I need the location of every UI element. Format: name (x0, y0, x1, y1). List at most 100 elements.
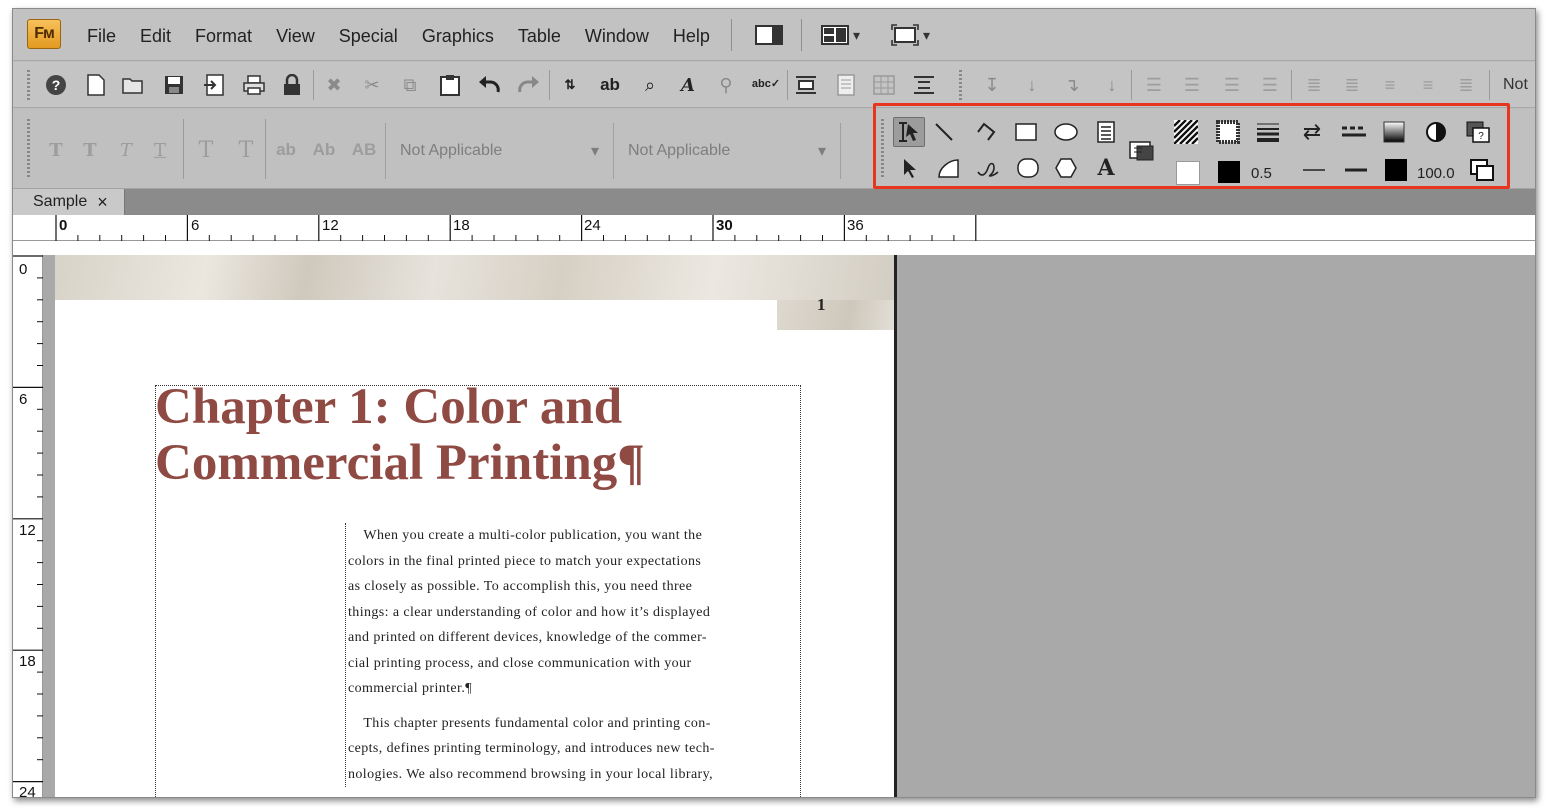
align-top-icon[interactable]: ↧ (979, 72, 1005, 98)
screen-mode-button[interactable]: ▾ (891, 23, 930, 47)
vertical-ruler: 0 6 12 18 24 (13, 255, 43, 797)
insert-table-icon[interactable] (871, 72, 897, 98)
toolbar-grip[interactable] (27, 119, 30, 179)
align-left-icon[interactable]: ☰ (1141, 72, 1167, 98)
menu-file[interactable]: File (75, 23, 128, 49)
ruler-label: 6 (19, 391, 28, 408)
menu-view[interactable]: View (264, 23, 327, 49)
body-line: colors in the final printed piece to mat… (348, 553, 702, 569)
menu-help[interactable]: Help (661, 23, 722, 49)
page-number: 1 (817, 295, 826, 314)
paragraph-format-select[interactable]: Not Applicable ▾ (385, 123, 613, 179)
justify-icon[interactable]: ☰ (1257, 72, 1283, 98)
menu-format[interactable]: Format (183, 23, 264, 49)
copy-icon[interactable]: ⧉ (397, 72, 423, 98)
sort-icon[interactable]: ⇅ (557, 72, 583, 98)
ruler-label: 12 (19, 522, 36, 539)
body-line: and printed on different devices, knowle… (348, 630, 707, 645)
menu-table[interactable]: Table (506, 23, 573, 49)
help-icon[interactable]: ? (43, 72, 69, 98)
lock-icon[interactable] (279, 72, 305, 98)
spelling-icon[interactable]: abc✓ (752, 70, 780, 96)
body-text-column[interactable]: When you create a multi-color publicatio… (345, 523, 801, 787)
character-designer-icon[interactable]: A (675, 72, 701, 98)
align-bottom-icon[interactable]: ↴ (1059, 72, 1085, 98)
line-spacing-single-icon[interactable]: ≣ (1301, 72, 1327, 98)
line-spacing-fixed-icon[interactable]: ≣ (1453, 72, 1479, 98)
toolbar-separator (183, 119, 184, 179)
style-italic-button[interactable]: T (113, 137, 139, 163)
chevron-down-icon: ▾ (923, 26, 931, 43)
workspace-layout-button[interactable]: ▾ (821, 23, 860, 47)
document-page[interactable]: 1 Chapter 1: Color and Commercial Printi… (55, 255, 897, 797)
style-bold-button[interactable]: T (43, 137, 69, 163)
initial-caps-button[interactable]: Ab (311, 137, 337, 163)
paragraph-designer-icon[interactable]: ⌕ (637, 72, 663, 98)
delete-icon[interactable]: ✖ (321, 72, 347, 98)
save-icon[interactable] (161, 72, 187, 98)
framemaker-logo: Fм (27, 19, 61, 49)
print-icon[interactable] (241, 72, 267, 98)
toolbar-separator (313, 70, 314, 100)
style-subscript-button[interactable]: T (233, 137, 259, 163)
insert-break-icon[interactable] (911, 72, 937, 98)
ruler-label: 24 (584, 217, 601, 234)
new-document-icon[interactable] (83, 72, 109, 98)
standard-toolbar: ? ✖ ✂ ⧉ ⇅ ab ⌕ A ⚲ abc✓ ↧ ↓ ↴ ↓ ☰ ☰ ☰ ☰ (13, 62, 1535, 108)
ruler-label: 36 (847, 217, 864, 234)
header-banner-image (55, 255, 894, 300)
align-middle-icon[interactable]: ↓ (1019, 72, 1045, 98)
ruler-label: 12 (322, 217, 339, 234)
chapter-title[interactable]: Chapter 1: Color and Commercial Printing… (155, 379, 645, 491)
align-baseline-icon[interactable]: ↓ (1099, 72, 1125, 98)
menu-separator (801, 19, 802, 51)
toolbar-grip[interactable] (959, 70, 962, 100)
overflow-label[interactable]: Not (1503, 76, 1528, 94)
character-format-select[interactable]: Not Applicable ▾ (613, 123, 841, 179)
style-plain-button[interactable]: T (77, 137, 103, 163)
panel-toggle-button[interactable] (755, 23, 783, 47)
toolbar-separator (265, 119, 266, 179)
menu-special[interactable]: Special (327, 23, 410, 49)
main-menu: File Edit Format View Special Graphics T… (75, 23, 722, 49)
cut-icon[interactable]: ✂ (359, 72, 385, 98)
menu-separator (731, 19, 732, 51)
close-icon[interactable]: × (97, 192, 108, 213)
menu-edit[interactable]: Edit (128, 23, 183, 49)
uppercase-button[interactable]: AB (351, 137, 377, 163)
open-folder-icon[interactable] (121, 72, 147, 98)
line-spacing-1-5-icon[interactable]: ≣ (1339, 72, 1365, 98)
tab-sample[interactable]: Sample × (13, 189, 125, 215)
line-spacing-custom-icon[interactable]: ≡ (1415, 72, 1441, 98)
paste-icon[interactable] (437, 72, 463, 98)
chevron-down-icon: ▾ (853, 26, 861, 43)
zoom-icon[interactable]: ⚲ (713, 72, 739, 98)
toolbar-grip[interactable] (27, 70, 30, 100)
document-canvas[interactable]: 1 Chapter 1: Color and Commercial Printi… (43, 255, 1535, 797)
body-line: commercial printer.¶ (348, 681, 472, 696)
undo-icon[interactable] (477, 72, 503, 98)
find-replace-icon[interactable]: ab (597, 72, 623, 98)
toolbar-separator (1131, 70, 1132, 100)
anchored-frame-icon[interactable] (793, 72, 819, 98)
tab-label: Sample (33, 193, 88, 210)
menu-window[interactable]: Window (573, 23, 661, 49)
style-superscript-button[interactable]: T (193, 137, 219, 163)
import-icon[interactable] (201, 72, 227, 98)
align-right-icon[interactable]: ☰ (1219, 72, 1245, 98)
chevron-down-icon: ▾ (590, 143, 599, 160)
redo-icon[interactable] (515, 72, 541, 98)
character-format-value: Not Applicable (628, 142, 731, 159)
ruler-label: 6 (191, 217, 200, 234)
screen-mode-icon (891, 24, 919, 46)
text-frame-icon[interactable] (833, 72, 859, 98)
menu-graphics[interactable]: Graphics (410, 23, 506, 49)
toolbar-separator (787, 70, 788, 100)
body-line: cial printing process, and close communi… (348, 655, 692, 671)
chapter-title-line2: Commercial Printing¶ (155, 435, 645, 491)
style-underline-button[interactable]: T (147, 137, 173, 163)
ruler-label: 0 (59, 217, 68, 234)
line-spacing-double-icon[interactable]: ≡ (1377, 72, 1403, 98)
align-center-icon[interactable]: ☰ (1179, 72, 1205, 98)
lowercase-button[interactable]: ab (273, 137, 299, 163)
